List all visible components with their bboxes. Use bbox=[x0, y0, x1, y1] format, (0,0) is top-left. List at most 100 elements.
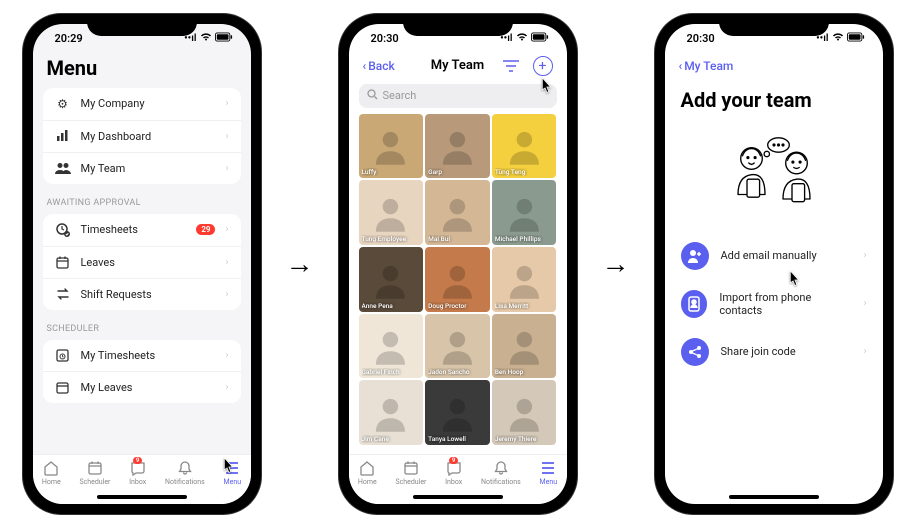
pointer-cursor bbox=[535, 76, 557, 98]
menu-item-timesheets[interactable]: Timesheets 29 › bbox=[43, 214, 241, 247]
option-label: Add email manually bbox=[721, 249, 817, 262]
tab-inbox[interactable]: Inbox9 bbox=[129, 460, 146, 486]
filter-button[interactable] bbox=[501, 56, 521, 76]
menu-label: My Leaves bbox=[81, 381, 216, 394]
tab-home[interactable]: Home bbox=[358, 460, 377, 486]
gear-icon: ⚙ bbox=[55, 97, 71, 111]
team-member[interactable]: Tanya Lowell bbox=[425, 380, 490, 445]
option-import-contacts[interactable]: Import from phone contacts › bbox=[665, 280, 883, 328]
chevron-right-icon: › bbox=[225, 224, 228, 235]
member-name: Jadon Sancho bbox=[428, 368, 487, 376]
menu-section-scheduler: My Timesheets › My Leaves › bbox=[43, 340, 241, 403]
menu-item-company[interactable]: ⚙ My Company › bbox=[43, 88, 241, 121]
scheduler-icon bbox=[87, 460, 103, 476]
status-icons: ••ıl bbox=[500, 32, 548, 45]
arrow-right-icon: → bbox=[286, 247, 314, 280]
phone-add-team: 20:30 ••ıl ‹ My Team Add your team bbox=[655, 14, 893, 514]
menu-item-team[interactable]: My Team › bbox=[43, 153, 241, 184]
chevron-right-icon: › bbox=[225, 131, 228, 142]
tab-scheduler[interactable]: Scheduler bbox=[79, 460, 110, 486]
menu-label: My Company bbox=[81, 97, 216, 110]
option-label: Share join code bbox=[721, 345, 796, 358]
member-name: Doug Proctor bbox=[428, 302, 487, 310]
member-name: Luffy bbox=[362, 168, 421, 176]
menu-item-dashboard[interactable]: My Dashboard › bbox=[43, 121, 241, 153]
team-member[interactable]: Lisa Merritt bbox=[492, 247, 557, 312]
team-member[interactable]: Gabriel Finch bbox=[359, 314, 424, 379]
member-name: Jeremy Thiere bbox=[495, 435, 554, 443]
tab-label: Menu bbox=[224, 478, 242, 486]
team-member[interactable]: Jadon Sancho bbox=[425, 314, 490, 379]
add-button[interactable]: + bbox=[533, 56, 553, 76]
phone-team: 20:30 ••ıl ‹ Back My Team + bbox=[339, 14, 577, 514]
notch bbox=[403, 14, 513, 36]
team-member[interactable]: Luffy bbox=[359, 114, 424, 179]
menu-label: My Timesheets bbox=[81, 349, 216, 362]
menu-content: ⚙ My Company › My Dashboard › My Team bbox=[33, 88, 251, 454]
notifications-icon bbox=[493, 460, 509, 476]
team-member[interactable]: Jim Cane bbox=[359, 380, 424, 445]
member-name: Tanya Lowell bbox=[428, 435, 487, 443]
clock-check-icon bbox=[55, 223, 71, 237]
tab-label: Notifications bbox=[481, 478, 521, 486]
menu-item-shift-requests[interactable]: Shift Requests › bbox=[43, 279, 241, 310]
team-member[interactable]: Ben Hoop bbox=[492, 314, 557, 379]
tab-badge: 9 bbox=[449, 457, 458, 464]
team-member[interactable]: Tùng Teng bbox=[492, 114, 557, 179]
notch bbox=[87, 14, 197, 36]
member-name: Ben Hoop bbox=[495, 368, 554, 376]
menu-label: Leaves bbox=[81, 256, 216, 269]
team-grid-container: Luffy GarpTùng Teng Tung EmployeeMai BuiMi… bbox=[349, 114, 567, 454]
menu-item-my-timesheets[interactable]: My Timesheets › bbox=[43, 340, 241, 372]
back-button[interactable]: ‹ Back bbox=[363, 59, 395, 73]
people-icon bbox=[55, 162, 71, 174]
section-heading: AWAITING APPROVAL bbox=[43, 194, 241, 214]
tab-scheduler[interactable]: Scheduler bbox=[395, 460, 426, 486]
menu-icon bbox=[540, 460, 556, 476]
team-member[interactable]: Tung Employee bbox=[359, 180, 424, 245]
tab-notifications[interactable]: Notifications bbox=[165, 460, 205, 486]
tab-home[interactable]: Home bbox=[42, 460, 61, 486]
menu-label: My Dashboard bbox=[81, 130, 216, 143]
menu-item-my-leaves[interactable]: My Leaves › bbox=[43, 372, 241, 403]
team-member[interactable]: Garp bbox=[425, 114, 490, 179]
menu-item-leaves[interactable]: Leaves › bbox=[43, 247, 241, 279]
count-badge: 29 bbox=[196, 224, 215, 235]
back-label: My Team bbox=[684, 59, 733, 73]
tab-label: Notifications bbox=[165, 478, 205, 486]
option-share-code[interactable]: Share join code › bbox=[665, 328, 883, 376]
option-add-email[interactable]: Add email manually › bbox=[665, 232, 883, 280]
wifi-icon bbox=[516, 32, 528, 45]
team-member[interactable]: Michael Phillips bbox=[492, 180, 557, 245]
tab-label: Scheduler bbox=[395, 478, 426, 486]
page-title: Menu bbox=[47, 56, 98, 80]
section-heading: SCHEDULER bbox=[43, 320, 241, 340]
tab-notifications[interactable]: Notifications bbox=[481, 460, 521, 486]
chevron-right-icon: › bbox=[225, 98, 228, 109]
back-button[interactable]: ‹ My Team bbox=[679, 59, 734, 73]
team-member[interactable]: Doug Proctor bbox=[425, 247, 490, 312]
tab-badge: 9 bbox=[133, 457, 142, 464]
illustration bbox=[665, 122, 883, 222]
team-member[interactable]: Mai Bui bbox=[425, 180, 490, 245]
tab-label: Scheduler bbox=[79, 478, 110, 486]
chevron-right-icon: › bbox=[225, 350, 228, 361]
member-name: Lisa Merritt bbox=[495, 302, 554, 310]
chevron-right-icon: › bbox=[863, 298, 866, 309]
tab-menu[interactable]: Menu bbox=[540, 460, 558, 486]
search-placeholder: Search bbox=[383, 89, 417, 102]
battery-icon bbox=[531, 32, 549, 45]
home-indicator bbox=[413, 495, 503, 499]
chevron-right-icon: › bbox=[863, 346, 866, 357]
menu-label: Timesheets bbox=[81, 223, 187, 236]
add-options: Add email manually › Import from phone c… bbox=[665, 232, 883, 376]
team-member[interactable]: Jeremy Thiere bbox=[492, 380, 557, 445]
tab-inbox[interactable]: Inbox9 bbox=[445, 460, 462, 486]
page-title: My Team bbox=[431, 58, 484, 73]
chevron-right-icon: › bbox=[225, 382, 228, 393]
header: ‹ My Team bbox=[665, 54, 883, 84]
team-member[interactable]: Anne Pena bbox=[359, 247, 424, 312]
pointer-cursor bbox=[217, 456, 239, 478]
search-input[interactable]: Search bbox=[359, 84, 557, 108]
notifications-icon bbox=[177, 460, 193, 476]
